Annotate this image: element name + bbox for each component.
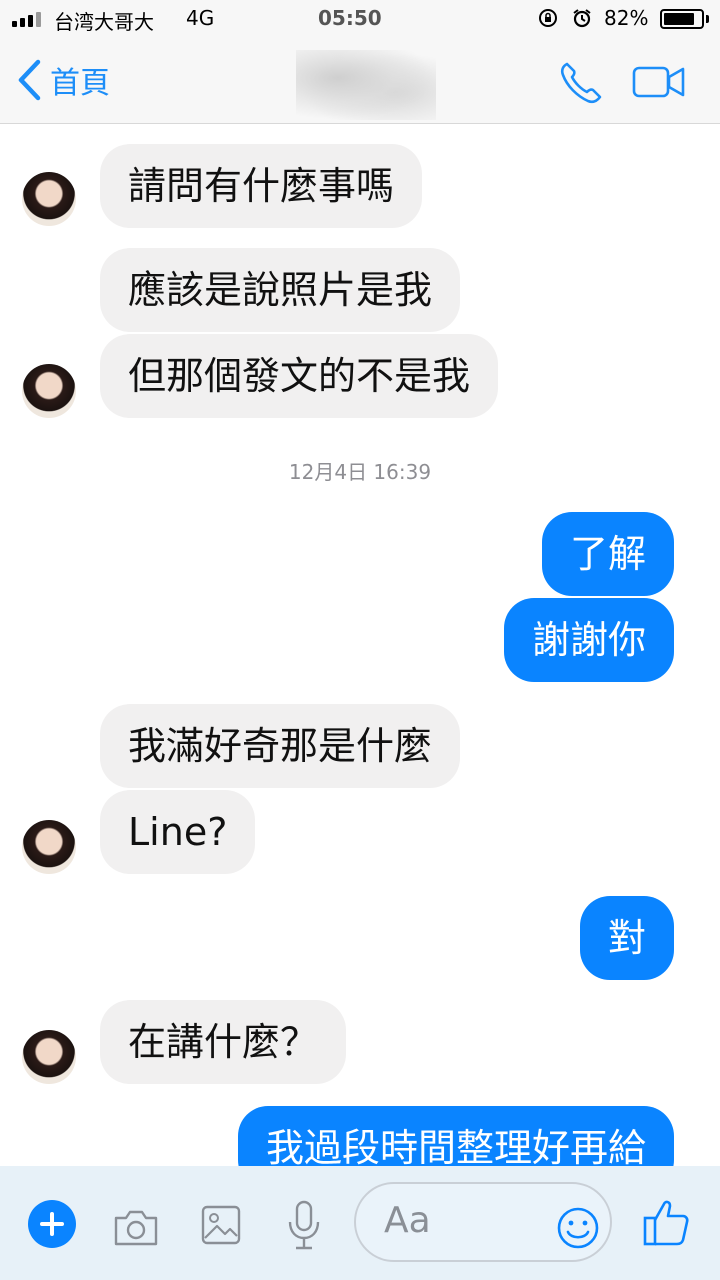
video-call-icon[interactable]	[632, 62, 686, 102]
message-timestamp: 12月4日 16:39	[288, 460, 432, 484]
battery-cap	[706, 15, 709, 23]
thumbs-up-icon[interactable]	[642, 1196, 690, 1248]
message-bubble-outgoing[interactable]: 對	[579, 896, 674, 980]
message-bubble-incoming[interactable]: 應該是說照片是我	[100, 248, 461, 332]
photo-icon[interactable]	[200, 1204, 242, 1246]
status-bar: 台湾大哥大 4G 05:50 82%	[0, 0, 720, 40]
status-time: 05:50	[318, 6, 382, 30]
conversation-header: 首頁	[0, 40, 720, 124]
plus-icon[interactable]	[28, 1200, 76, 1248]
contact-avatar[interactable]	[22, 1030, 76, 1084]
phone-call-icon[interactable]	[558, 60, 604, 106]
message-bubble-outgoing[interactable]: 我過段時間整理好再給	[237, 1106, 674, 1166]
rotation-lock-icon	[539, 9, 557, 27]
battery-icon	[660, 9, 704, 29]
contact-name-redacted[interactable]	[296, 50, 436, 120]
camera-icon[interactable]	[112, 1206, 160, 1248]
message-bubble-incoming[interactable]: 但那個發文的不是我	[100, 334, 499, 418]
back-label: 首頁	[50, 66, 110, 101]
message-bubble-outgoing[interactable]: 謝謝你	[503, 598, 674, 682]
message-bubble-incoming[interactable]: Line?	[100, 790, 256, 874]
message-bubble-outgoing[interactable]: 了解	[541, 512, 674, 596]
contact-avatar[interactable]	[22, 820, 76, 874]
back-button[interactable]: 首頁	[16, 58, 110, 102]
microphone-icon[interactable]	[286, 1200, 322, 1252]
contact-avatar[interactable]	[22, 172, 76, 226]
composer-bar: Aa	[0, 1166, 720, 1280]
message-bubble-incoming[interactable]: 在講什麼？	[100, 1000, 347, 1084]
alarm-icon	[573, 9, 591, 28]
emoji-icon[interactable]	[556, 1206, 600, 1250]
message-input-placeholder: Aa	[384, 1200, 431, 1241]
battery-percent: 82%	[604, 6, 649, 30]
carrier-name: 台湾大哥大	[54, 10, 154, 34]
network-type: 4G	[186, 6, 215, 30]
chevron-left-icon	[18, 59, 41, 101]
message-bubble-incoming[interactable]: 請問有什麼事嗎	[100, 144, 423, 228]
message-bubble-incoming[interactable]: 我滿好奇那是什麼	[100, 704, 461, 788]
signal-strength-icon	[12, 11, 41, 27]
message-thread[interactable]: 請問有什麼事嗎 應該是說照片是我 但那個發文的不是我 12月4日 16:39 了…	[0, 124, 720, 1166]
contact-avatar[interactable]	[22, 364, 76, 418]
